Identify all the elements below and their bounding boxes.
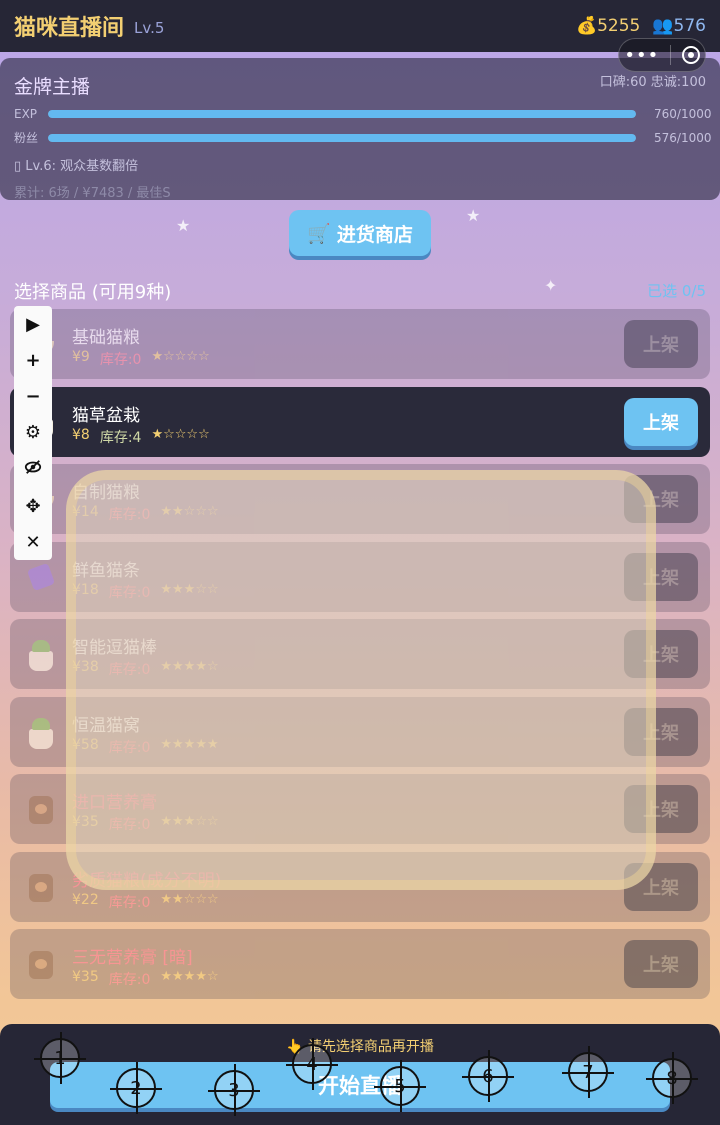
product-meta: ¥8 库存:4 ★☆☆☆☆	[72, 427, 210, 447]
fans-bar	[48, 133, 636, 142]
list-product-button[interactable]: 上架	[624, 397, 698, 446]
money-bag-icon: 💰	[575, 16, 598, 36]
floating-toolbar: ▶ + − ⚙ ✥ ✕	[14, 306, 52, 560]
exp-value: 760/1000	[654, 107, 712, 121]
overlay-panel	[66, 470, 656, 890]
product-item[interactable]: 猫草盆栽 ¥8 库存:4 ★☆☆☆☆ 上架	[10, 386, 710, 457]
target-marker[interactable]: 6	[462, 1050, 514, 1102]
product-thumbnail	[24, 870, 58, 904]
fans-bar-fill	[48, 133, 636, 142]
target-marker-label: 2	[130, 1077, 142, 1099]
list-product-button[interactable]: 上架	[624, 320, 698, 368]
shop-button[interactable]: 🛒 进货商店	[289, 210, 431, 256]
product-name: 猫草盆栽	[72, 405, 140, 426]
cumulative-stats: 累计: 6场 / ¥7483 / 最佳S	[14, 186, 171, 201]
exp-bar-fill	[48, 110, 636, 118]
miniprogram-capsule[interactable]: •••	[618, 38, 706, 72]
product-thumbnail	[24, 637, 58, 671]
close-circle-icon[interactable]	[681, 46, 700, 64]
product-stock: 库存:4	[99, 429, 142, 446]
product-price: ¥22	[72, 891, 99, 908]
product-meta: ¥9 库存:0 ★☆☆☆☆	[72, 349, 210, 369]
cart-icon: 🛒	[307, 222, 331, 245]
product-price: ¥35	[72, 969, 99, 985]
fans-label: 粉丝	[14, 131, 39, 145]
play-icon[interactable]: ▶	[26, 314, 40, 335]
product-meta: ¥22 库存:0 ★★☆☆☆	[72, 892, 219, 912]
target-marker-label: 1	[54, 1047, 66, 1069]
product-thumbnail	[24, 947, 58, 981]
product-thumbnail	[24, 560, 58, 594]
target-marker-label: 5	[394, 1075, 406, 1097]
app-title: 猫咪直播间	[14, 16, 125, 41]
target-marker[interactable]: 1	[34, 1032, 86, 1084]
fans-value: 576	[673, 16, 706, 36]
player-level: Lv.5	[134, 19, 165, 37]
coins-display: 💰5255	[576, 16, 640, 36]
product-meta: ¥35 库存:0 ★★★★☆	[72, 969, 219, 989]
shop-button-label: 进货商店	[336, 223, 413, 246]
target-marker[interactable]: 5	[374, 1060, 426, 1112]
fans-bar-row: 粉丝 576/1000	[14, 129, 712, 146]
product-name: 基础猫粮	[72, 328, 140, 348]
top-bar: 猫咪直播间 Lv.5 💰5255 👥576	[0, 0, 720, 52]
fans-display: 👥576	[652, 16, 706, 36]
product-item[interactable]: 三无营养膏 [暗] ¥35 库存:0 ★★★★☆ 上架	[10, 929, 710, 999]
product-thumbnail	[24, 792, 58, 826]
fans-progress-value: 576/1000	[654, 130, 712, 145]
exp-label: EXP	[14, 107, 38, 121]
target-marker[interactable]: 4	[286, 1038, 338, 1090]
eye-off-icon[interactable]	[24, 458, 42, 481]
product-rating: ★☆☆☆☆	[151, 349, 210, 364]
product-item[interactable]: 基础猫粮 ¥9 库存:0 ★☆☆☆☆ 上架	[10, 309, 710, 379]
streamer-profile-panel: 金牌主播 口碑:60 忠诚:100 EXP 760/1000 粉丝 576/10…	[0, 58, 720, 201]
target-marker-label: 4	[306, 1053, 318, 1075]
reputation-stats: 口碑:60 忠诚:100	[599, 75, 706, 90]
target-marker-label: 6	[482, 1065, 494, 1087]
target-marker[interactable]: 7	[562, 1046, 614, 1098]
product-price: ¥9	[72, 349, 90, 365]
sparkle-icon: ★	[176, 216, 191, 235]
target-marker[interactable]: 8	[646, 1052, 698, 1104]
product-stock: 库存:0	[108, 894, 151, 911]
product-stock: 库存:0	[99, 352, 142, 368]
exp-bar	[48, 110, 636, 118]
gear-icon[interactable]: ⚙	[25, 422, 41, 443]
product-stock: 库存:0	[108, 972, 151, 988]
target-marker-label: 7	[582, 1061, 594, 1083]
target-marker-label: 8	[666, 1067, 678, 1089]
coins-value: 5255	[597, 16, 641, 36]
close-icon[interactable]: ✕	[25, 532, 40, 553]
sparkle-icon: ★	[466, 206, 481, 225]
product-rating: ★☆☆☆☆	[151, 426, 210, 442]
bottom-panel: 👆 请先选择商品再开播 开始直播	[0, 1024, 720, 1125]
target-marker[interactable]: 3	[208, 1064, 260, 1116]
people-icon: 👥	[652, 16, 674, 36]
selected-count: 已选 0/5	[647, 282, 706, 300]
more-icon[interactable]: •••	[624, 45, 659, 66]
target-marker-label: 3	[228, 1079, 240, 1101]
move-icon[interactable]: ✥	[25, 496, 40, 517]
plus-icon[interactable]: +	[25, 350, 40, 371]
product-thumbnail	[24, 715, 58, 749]
exp-bar-row: EXP 760/1000	[14, 107, 712, 121]
list-product-button[interactable]: 上架	[624, 940, 698, 988]
sparkle-icon: ✦	[544, 276, 558, 295]
currency-stats: 💰5255 👥576	[576, 16, 706, 36]
target-marker[interactable]: 2	[110, 1062, 162, 1114]
start-hint: 👆 请先选择商品再开播	[0, 1036, 720, 1056]
minus-icon[interactable]: −	[25, 386, 40, 407]
capsule-divider	[669, 45, 671, 65]
product-price: ¥8	[72, 426, 90, 443]
product-rating: ★★★★☆	[160, 969, 219, 984]
next-level-perk: ▯ Lv.6: 观众基数翻倍	[14, 159, 139, 174]
product-name: 三无营养膏 [暗]	[72, 948, 193, 968]
product-section-title: 选择商品 (可用9种)	[14, 282, 172, 303]
product-rating: ★★☆☆☆	[160, 891, 219, 907]
